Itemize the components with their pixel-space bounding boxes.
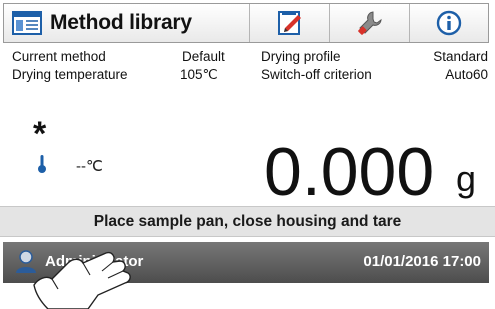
method-library-title-button[interactable]: Method library	[4, 4, 250, 42]
edit-pencil-icon	[277, 11, 301, 35]
info-row-1: Current method Default Drying profile St…	[12, 48, 488, 66]
drying-temperature-value: 105℃	[180, 67, 218, 82]
settings-button[interactable]	[330, 4, 410, 42]
drying-profile-label: Drying profile	[261, 49, 341, 64]
stability-indicator: *	[33, 115, 47, 153]
switch-off-criterion-value: Auto60	[445, 67, 488, 82]
drying-profile-value: Standard	[433, 49, 488, 64]
current-method-label: Current method	[12, 49, 106, 64]
current-temperature: --℃	[76, 158, 103, 175]
page-title: Method library	[50, 11, 192, 34]
method-info: Current method Default Drying profile St…	[12, 48, 488, 84]
date-time: 01/01/2016 17:00	[363, 253, 481, 270]
wrench-icon	[357, 11, 382, 35]
current-method-value: Default	[182, 49, 225, 64]
edit-button[interactable]	[250, 4, 330, 42]
switch-off-criterion-label: Switch-off criterion	[261, 67, 372, 82]
weight-value: 0.000	[264, 134, 435, 210]
pointing-hand-icon	[33, 251, 131, 309]
drying-temperature-label: Drying temperature	[12, 67, 128, 82]
header-bar: Method library	[3, 3, 489, 43]
thermometer-icon	[38, 155, 46, 173]
info-button[interactable]	[410, 4, 488, 42]
info-row-2: Drying temperature 105℃ Switch-off crite…	[12, 66, 488, 84]
instruction-bar: Place sample pan, close housing and tare	[0, 206, 495, 237]
info-icon	[436, 10, 462, 36]
weight-unit: g	[456, 158, 477, 199]
method-library-icon	[12, 11, 42, 35]
